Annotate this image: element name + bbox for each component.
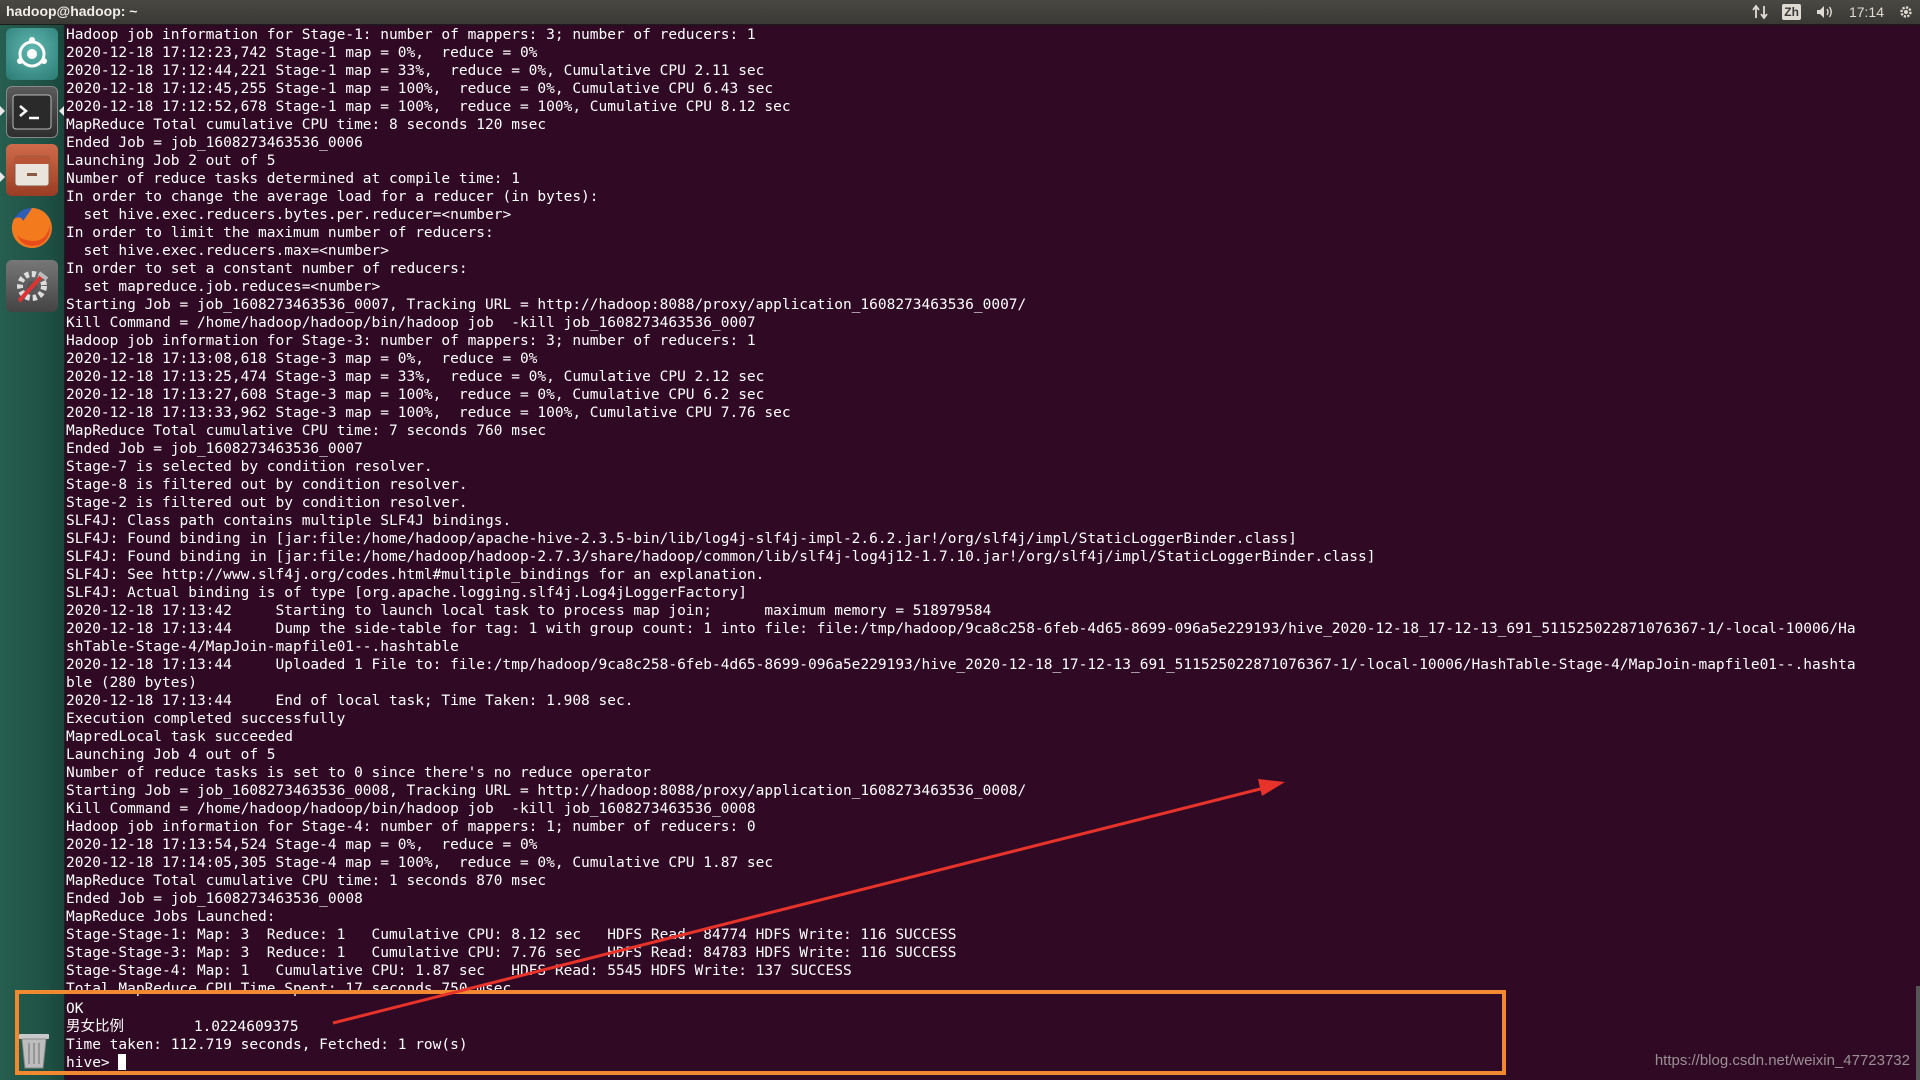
terminal-line: Total MapReduce CPU Time Spent: 17 secon… — [66, 981, 512, 997]
terminal-line: Stage-Stage-1: Map: 3 Reduce: 1 Cumulati… — [66, 927, 957, 943]
terminal-line: Launching Job 4 out of 5 — [66, 747, 276, 763]
terminal-line: Number of reduce tasks is set to 0 since… — [66, 765, 651, 781]
clock[interactable]: 17:14 — [1849, 4, 1884, 20]
terminal-line: SLF4J: Actual binding is of type [org.ap… — [66, 585, 747, 601]
terminal-line: MapReduce Jobs Launched: — [66, 909, 276, 925]
terminal-line: 2020-12-18 17:13:27,608 Stage-3 map = 10… — [66, 387, 765, 403]
result-ok-line: OK — [66, 1001, 84, 1017]
terminal-line: Stage-7 is selected by condition resolve… — [66, 459, 433, 475]
terminal-line: MapredLocal task succeeded — [66, 729, 293, 745]
window-title: hadoop@hadoop: ~ — [6, 3, 138, 19]
terminal-line: Stage-2 is filtered out by condition res… — [66, 495, 468, 511]
terminal-line: In order to set a constant number of red… — [66, 261, 468, 277]
scrollbar[interactable] — [1916, 986, 1920, 1080]
desktop: hadoop@hadoop: ~ Zh 17:14 Hadoop job inf… — [0, 0, 1920, 1080]
dash-home-icon[interactable] — [6, 28, 58, 80]
terminal-line: Stage-Stage-4: Map: 1 Cumulative CPU: 1.… — [66, 963, 852, 979]
system-settings-icon[interactable] — [6, 260, 58, 312]
active-app-marker — [0, 106, 5, 116]
text-cursor — [118, 1054, 127, 1070]
terminal-output: Hadoop job information for Stage-1: numb… — [66, 26, 1918, 998]
terminal-line: 2020-12-18 17:13:33,962 Stage-3 map = 10… — [66, 405, 791, 421]
terminal-line: 2020-12-18 17:12:45,255 Stage-1 map = 10… — [66, 81, 774, 97]
terminal-line: 2020-12-18 17:13:54,524 Stage-4 map = 0%… — [66, 837, 538, 853]
terminal-line: Ended Job = job_1608273463536_0006 — [66, 135, 363, 151]
query-result: OK 男女比例 1.0224609375 Time taken: 112.719… — [66, 1000, 468, 1072]
watermark: https://blog.csdn.net/weixin_47723732 — [1654, 1052, 1910, 1069]
terminal-line: 2020-12-18 17:13:08,618 Stage-3 map = 0%… — [66, 351, 538, 367]
terminal-line: SLF4J: Found binding in [jar:file:/home/… — [66, 549, 1376, 565]
terminal-line: SLF4J: Found binding in [jar:file:/home/… — [66, 531, 1297, 547]
terminal-line: SLF4J: See http://www.slf4j.org/codes.ht… — [66, 567, 765, 583]
terminal-line: set hive.exec.reducers.bytes.per.reducer… — [66, 207, 512, 223]
terminal-line: Stage-8 is filtered out by condition res… — [66, 477, 468, 493]
prompt-text: hive> — [66, 1055, 119, 1071]
terminal-line: 2020-12-18 17:13:44 Uploaded 1 File to: … — [66, 657, 1856, 673]
terminal-line: shTable-Stage-4/MapJoin-mapfile01--.hash… — [66, 639, 459, 655]
network-icon[interactable] — [1752, 4, 1769, 20]
terminal-line: 2020-12-18 17:14:05,305 Stage-4 map = 10… — [66, 855, 774, 871]
terminal-line: SLF4J: Class path contains multiple SLF4… — [66, 513, 512, 529]
terminal-line: Execution completed successfully — [66, 711, 346, 727]
terminal-line: Ended Job = job_1608273463536_0007 — [66, 441, 363, 457]
terminal-line: MapReduce Total cumulative CPU time: 7 s… — [66, 423, 547, 439]
hive-prompt[interactable]: hive> — [66, 1054, 468, 1072]
terminal-line: set mapreduce.job.reduces=<number> — [66, 279, 381, 295]
terminal-line: Number of reduce tasks determined at com… — [66, 171, 520, 187]
terminal-window[interactable]: Hadoop job information for Stage-1: numb… — [64, 24, 1920, 1080]
terminal-line: 2020-12-18 17:12:23,742 Stage-1 map = 0%… — [66, 45, 538, 61]
launcher — [0, 24, 65, 1080]
gear-icon[interactable] — [1898, 4, 1914, 20]
terminal-line: Ended Job = job_1608273463536_0008 — [66, 891, 363, 907]
terminal-line: Hadoop job information for Stage-1: numb… — [66, 27, 756, 43]
terminal-line: MapReduce Total cumulative CPU time: 1 s… — [66, 873, 547, 889]
terminal-line: ble (280 bytes) — [66, 675, 197, 691]
terminal-line: 2020-12-18 17:13:25,474 Stage-3 map = 33… — [66, 369, 765, 385]
terminal-line: 2020-12-18 17:13:44 Dump the side-table … — [66, 621, 1856, 637]
running-app-marker — [0, 172, 5, 182]
input-method-indicator[interactable]: Zh — [1782, 4, 1801, 20]
result-time-line: Time taken: 112.719 seconds, Fetched: 1 … — [66, 1037, 468, 1053]
terminal-line: MapReduce Total cumulative CPU time: 8 s… — [66, 117, 547, 133]
files-icon[interactable] — [6, 144, 58, 196]
volume-icon[interactable] — [1815, 4, 1835, 20]
result-row: 男女比例 1.0224609375 — [66, 1019, 299, 1035]
terminal-line: In order to limit the maximum number of … — [66, 225, 494, 241]
trash-icon[interactable] — [8, 1022, 60, 1074]
terminal-line: set hive.exec.reducers.max=<number> — [66, 243, 390, 259]
terminal-line: 2020-12-18 17:13:42 Starting to launch l… — [66, 603, 992, 619]
terminal-line: Kill Command = /home/hadoop/hadoop/bin/h… — [66, 315, 756, 331]
indicator-area: Zh 17:14 — [1752, 0, 1914, 24]
terminal-line: Stage-Stage-3: Map: 3 Reduce: 1 Cumulati… — [66, 945, 957, 961]
terminal-line: Starting Job = job_1608273463536_0008, T… — [66, 783, 1027, 799]
top-panel: hadoop@hadoop: ~ Zh 17:14 — [0, 0, 1920, 24]
terminal-line: Kill Command = /home/hadoop/hadoop/bin/h… — [66, 801, 756, 817]
focused-app-marker — [59, 106, 64, 116]
terminal-line: 2020-12-18 17:12:44,221 Stage-1 map = 33… — [66, 63, 765, 79]
terminal-line: 2020-12-18 17:13:44 End of local task; T… — [66, 693, 634, 709]
terminal-line: Starting Job = job_1608273463536_0007, T… — [66, 297, 1027, 313]
terminal-line: Launching Job 2 out of 5 — [66, 153, 276, 169]
terminal-line: Hadoop job information for Stage-3: numb… — [66, 333, 756, 349]
terminal-icon[interactable] — [6, 86, 58, 138]
terminal-line: 2020-12-18 17:12:52,678 Stage-1 map = 10… — [66, 99, 791, 115]
terminal-line: Hadoop job information for Stage-4: numb… — [66, 819, 756, 835]
firefox-icon[interactable] — [6, 202, 58, 254]
terminal-line: In order to change the average load for … — [66, 189, 599, 205]
